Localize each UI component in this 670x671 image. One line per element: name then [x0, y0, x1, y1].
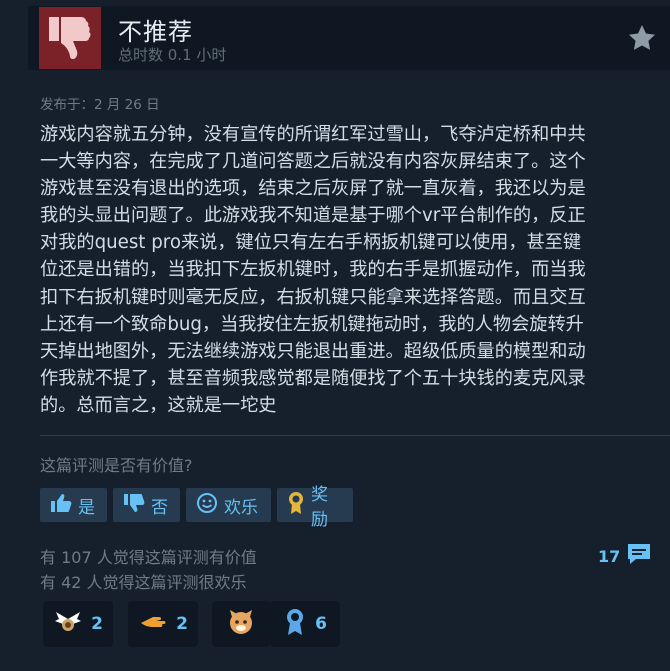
helpful-question: 这篇评测是否有价值?	[40, 456, 193, 475]
award-count: 6	[315, 614, 327, 634]
vote-yes-label: 是	[78, 497, 95, 518]
award-label: 奖励	[311, 485, 328, 530]
hours-played: 总时数 0.1 小时	[118, 46, 227, 64]
pointing-hand-award-icon	[138, 609, 168, 640]
award-count: 2	[91, 614, 103, 634]
vote-no-button[interactable]: 否	[113, 488, 180, 522]
vote-funny-button[interactable]: 欢乐	[186, 488, 271, 522]
review-card: 不推荐 总时数 0.1 小时 发布于：2 月 26 日 游戏内容就五分钟，没有宣…	[0, 0, 670, 671]
recommendation-title: 不推荐	[118, 18, 193, 46]
thumbs-down-icon	[39, 7, 101, 69]
helpful-count: 有 107 人觉得这篇评测有价值	[40, 548, 257, 567]
comment-count: 17	[598, 546, 621, 566]
vote-funny-label: 欢乐	[224, 497, 258, 518]
thumbs-up-icon	[50, 493, 72, 518]
vote-yes-button[interactable]: 是	[40, 488, 107, 522]
vote-no-label: 否	[151, 497, 168, 518]
comments-link[interactable]: 17	[598, 542, 652, 570]
ribbon-medal-award-icon	[283, 607, 307, 642]
award-ribbon-medal[interactable]: 6	[270, 601, 340, 647]
divider	[40, 435, 670, 436]
winged-award-icon	[53, 609, 83, 640]
award-critter[interactable]	[212, 601, 270, 647]
posted-date: 发布于：2 月 26 日	[40, 97, 160, 113]
cozy-critter-award-icon	[226, 608, 256, 641]
award-button[interactable]: 奖励	[277, 485, 353, 530]
award-medal-icon	[287, 491, 305, 520]
review-text: 游戏内容就五分钟，没有宣传的所谓红军过雪山，飞夺泸定桥和中共 一大等内容，在完成…	[40, 124, 586, 416]
thumbs-down-icon	[123, 493, 145, 518]
star-icon[interactable]	[626, 22, 658, 54]
comment-bubble-icon	[626, 542, 652, 570]
award-count: 2	[176, 614, 188, 634]
award-pointing-hand[interactable]: 2	[128, 601, 198, 647]
smiley-icon	[196, 492, 218, 519]
review-stats: 有 107 人觉得这篇评测有价值 有 42 人觉得这篇评测很欢乐	[40, 545, 257, 595]
award-winged[interactable]: 2	[43, 601, 113, 647]
funny-count: 有 42 人觉得这篇评测很欢乐	[40, 573, 247, 592]
